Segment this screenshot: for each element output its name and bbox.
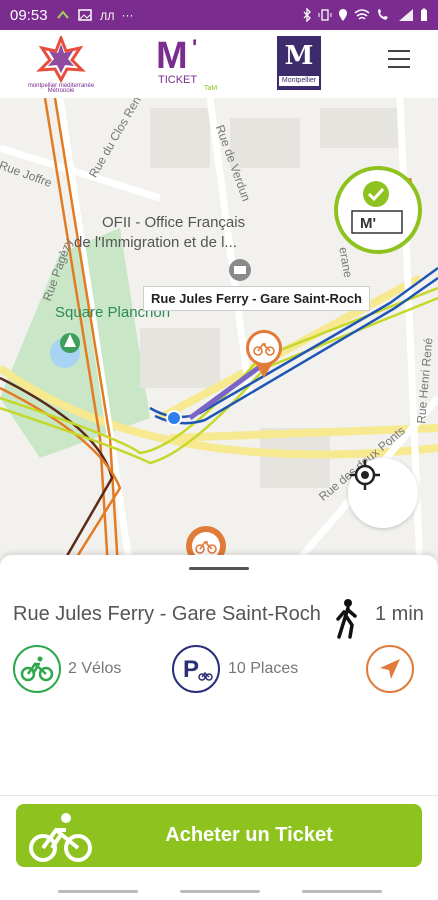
walking-icon <box>336 599 357 639</box>
nav-home-indicator[interactable] <box>180 890 260 893</box>
government-building-icon <box>229 259 251 281</box>
app-notification-icon: ЛЛ <box>100 11 114 21</box>
poi-label: OFII - Office Français <box>102 214 246 231</box>
metropole-star-icon: montpellier méditerranée Métropole <box>28 33 95 94</box>
walk-time: 1 min <box>375 603 424 625</box>
locate-me-button[interactable] <box>348 458 418 528</box>
missed-call-icon <box>56 10 69 19</box>
location-icon <box>339 9 347 21</box>
app-header: montpellier méditerranée Métropole M ' T… <box>0 30 438 98</box>
signal-icon <box>399 9 413 21</box>
station-name: Rue Jules Ferry - Gare Saint-Roch <box>13 603 321 625</box>
svg-text:M: M <box>156 35 188 77</box>
user-position-dot <box>166 410 182 426</box>
navigation-arrow-icon <box>380 659 400 679</box>
bike-availability-icon <box>13 645 61 693</box>
svg-text:TICKET: TICKET <box>158 74 197 86</box>
sheet-drag-handle[interactable] <box>189 567 249 570</box>
montpellier-city-logo[interactable]: M Montpellier <box>277 36 321 90</box>
metropole-logo[interactable]: montpellier méditerranée Métropole <box>26 33 96 94</box>
menu-icon[interactable] <box>388 50 410 68</box>
sheet-divider <box>0 795 438 796</box>
wifi-calling-icon <box>378 9 388 20</box>
svg-text:TaM: TaM <box>204 85 217 92</box>
battery-icon <box>421 8 427 21</box>
ticket-shop-marker: M' <box>334 166 422 254</box>
svg-text:': ' <box>192 35 197 60</box>
vibrate-icon <box>318 9 332 21</box>
station-details-sheet[interactable]: Rue Jules Ferry - Gare Saint-Roch 1 min … <box>0 555 438 900</box>
system-nav-bar <box>0 882 438 900</box>
nav-recent-indicator[interactable] <box>58 890 138 893</box>
svg-text:M': M' <box>360 215 376 232</box>
bikes-count: 2 Vélos <box>68 660 122 677</box>
svg-text:P: P <box>183 656 199 683</box>
status-bar: 09:53 ЛЛ ··· <box>0 0 438 30</box>
station-tooltip[interactable]: Rue Jules Ferry - Gare Saint-Roch <box>143 286 370 311</box>
nav-back-indicator[interactable] <box>302 890 382 893</box>
more-notifications-icon: ··· <box>121 8 134 22</box>
image-icon <box>77 9 92 21</box>
parking-places-icon: P <box>172 645 220 693</box>
svg-text:ЛЛ: ЛЛ <box>100 11 114 21</box>
mticket-logo[interactable]: M ' TICKET TaM <box>150 33 220 93</box>
buy-ticket-button[interactable]: Acheter un Ticket <box>16 804 422 867</box>
wifi-icon <box>354 9 370 20</box>
map-view[interactable]: M' Rue Joffre Rue du Clos René Rue de Ve… <box>0 98 438 568</box>
bluetooth-icon <box>303 8 311 22</box>
m-ticket-icon: M ' TICKET TaM <box>156 35 217 92</box>
poi-label: de l'Immigration et de l... <box>74 234 237 251</box>
places-count: 10 Places <box>228 660 299 677</box>
svg-text:Métropole: Métropole <box>48 88 75 92</box>
navigate-button[interactable] <box>366 645 414 693</box>
park-tree-icon <box>60 333 80 353</box>
status-time: 09:53 <box>10 6 48 24</box>
buy-ticket-label: Acheter un Ticket <box>165 824 333 846</box>
crosshair-icon <box>350 460 380 490</box>
